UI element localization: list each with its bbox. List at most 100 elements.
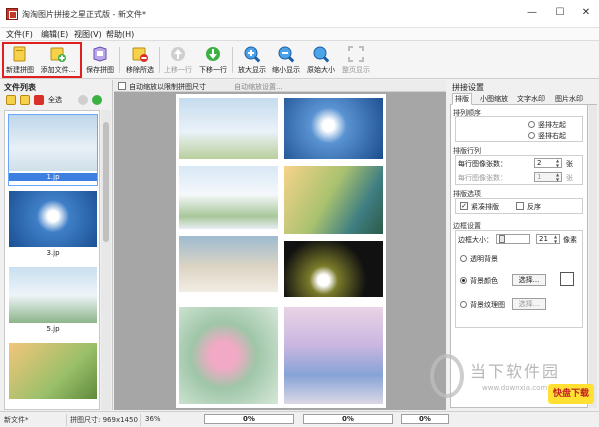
collage-photo[interactable]	[179, 307, 278, 404]
annotation-highlight-box	[2, 42, 82, 78]
save-button[interactable]: 保存拼图	[82, 43, 118, 77]
menu-help[interactable]: 帮助(H)	[106, 29, 134, 40]
arrow-up-icon[interactable]	[78, 95, 88, 105]
collage-photo[interactable]	[284, 98, 383, 159]
status-bar: 新文件* 拼图尺寸: 969x1450 36% 0% 0% 0%	[0, 411, 599, 427]
list-item-name: 3.jp	[46, 249, 60, 257]
auto-scale-settings-link[interactable]: 自动缩放设置...	[234, 82, 283, 92]
select-all-button[interactable]: 全选	[48, 95, 62, 105]
collage-photo[interactable]	[179, 166, 278, 229]
collage-photo[interactable]	[284, 166, 383, 234]
order-left-label: 竖排左起	[538, 121, 566, 129]
canvas-area: 自动缩放以限制拼图尺寸 自动缩放设置...	[114, 80, 446, 410]
watermark-text: 当下软件园	[470, 362, 561, 381]
border-group: 边框大小： 21 像素 透明背景 背景颜色 选择... 背景纹理图 选择...	[455, 230, 583, 328]
reverse-checkbox[interactable]	[516, 202, 524, 210]
toolbar: 新建拼图 添加文件... 保存拼图 移除所选 上移一行 下移一行 放大显示 缩小…	[0, 41, 599, 79]
bg-texture-select-button[interactable]: 选择...	[512, 298, 546, 310]
auto-scale-checkbox[interactable]	[118, 82, 126, 90]
arrow-up-icon	[171, 47, 185, 61]
bg-texture-radio[interactable]	[460, 301, 467, 308]
add-folder-icon[interactable]	[20, 95, 30, 105]
file-list-scrollbar[interactable]	[101, 110, 111, 410]
canvas-options-bar: 自动缩放以限制拼图尺寸 自动缩放设置...	[114, 80, 446, 92]
scrollbar-thumb[interactable]	[103, 122, 109, 242]
tab-layout[interactable]: 排版	[452, 93, 472, 105]
site-watermark: 当下软件园 www.downxia.com 快盘下载	[430, 354, 595, 408]
save-icon	[93, 46, 107, 62]
fit-page-label: 整页显示	[342, 66, 370, 74]
list-item[interactable]: 1.jp	[8, 114, 98, 186]
tab-image-watermark[interactable]: 图片水印	[552, 93, 586, 105]
thumbnail-image	[9, 267, 97, 323]
fit-page-button[interactable]: 整页显示	[338, 43, 374, 77]
add-file-icon[interactable]	[6, 95, 16, 105]
menu-view[interactable]: 视图(V)	[74, 29, 102, 40]
tab-thumb-scale[interactable]: 小图缩放	[477, 93, 511, 105]
list-item[interactable]: 5.jp	[9, 267, 97, 337]
list-item[interactable]	[9, 343, 97, 409]
per-col-stepper[interactable]: 1	[534, 172, 562, 182]
settings-tabs: 排版 小图缩放 文字水印 图片水印	[450, 92, 597, 105]
maximize-button[interactable]: ☐	[551, 6, 569, 20]
border-size-slider[interactable]	[496, 234, 530, 244]
bg-color-radio[interactable]	[460, 277, 467, 284]
collage-photo[interactable]	[179, 236, 278, 292]
options-group: ✓ 紧凑排版 反序	[455, 198, 583, 214]
status-separator	[140, 414, 141, 426]
compact-checkbox[interactable]: ✓	[460, 202, 468, 210]
collage-photo[interactable]	[179, 98, 278, 159]
zoom-in-icon	[244, 46, 261, 63]
border-size-stepper[interactable]: 21	[536, 234, 560, 244]
transparent-bg-label: 透明背景	[470, 255, 498, 263]
remove-selected-button[interactable]: 移除所选	[122, 43, 158, 77]
menu-file[interactable]: 文件(F)	[6, 29, 33, 40]
transparent-bg-radio[interactable]	[460, 255, 467, 262]
bg-color-select-button[interactable]: 选择...	[512, 274, 546, 286]
progress-bar: 0%	[204, 414, 294, 424]
border-size-unit: 像素	[563, 236, 577, 244]
order-left-radio[interactable]	[528, 121, 535, 128]
per-col-label: 每行图像张数：	[458, 174, 507, 182]
file-list[interactable]: 1.jp 3.jp 5.jp	[4, 110, 100, 410]
list-item[interactable]: 3.jp	[9, 191, 97, 261]
zoom-reset-icon	[313, 46, 330, 63]
collage-photo[interactable]	[284, 241, 383, 297]
collage-page	[176, 94, 386, 408]
close-button[interactable]: ✕	[577, 6, 595, 20]
border-size-label: 边框大小：	[458, 236, 493, 244]
move-down-label: 下移一行	[199, 66, 227, 74]
menu-bar: 文件(F) 编辑(E) 视图(V) 帮助(H)	[0, 28, 599, 41]
status-collage-size: 拼图尺寸: 969x1450	[70, 416, 138, 424]
per-row-stepper[interactable]: 2	[534, 158, 562, 168]
status-separator	[66, 414, 67, 426]
window-title: 淘淘图片拼接之星正式版 - 新文件*	[22, 10, 146, 19]
compact-label: 紧凑排版	[471, 203, 499, 211]
title-bar: 淘淘图片拼接之星正式版 - 新文件* — ☐ ✕	[0, 0, 599, 28]
status-zoom: 36%	[145, 415, 161, 423]
minimize-button[interactable]: —	[523, 6, 541, 20]
order-group: 竖排左起 竖排右起	[455, 116, 583, 142]
status-filename: 新文件*	[4, 416, 29, 424]
progress-bar: 0%	[401, 414, 449, 424]
save-label: 保存拼图	[86, 66, 114, 74]
tab-text-watermark[interactable]: 文字水印	[514, 93, 548, 105]
list-item-name: 1.jp	[9, 173, 97, 181]
file-list-tools: 全选	[0, 93, 113, 109]
arrow-down-icon[interactable]	[92, 95, 102, 105]
thumbnail-image	[9, 191, 97, 247]
bg-color-swatch[interactable]	[560, 272, 574, 286]
per-row-unit: 张	[566, 160, 573, 168]
remove-icon[interactable]	[34, 95, 44, 105]
bg-texture-label: 背景纹理图	[470, 301, 505, 309]
per-col-unit: 张	[566, 174, 573, 182]
list-item-name: 5.jp	[46, 325, 60, 333]
thumbnail-image	[9, 115, 97, 171]
move-down-button[interactable]: 下移一行	[195, 43, 231, 77]
slider-knob[interactable]	[499, 235, 505, 243]
file-list-title: 文件列表	[4, 83, 36, 92]
order-right-radio[interactable]	[528, 132, 535, 139]
collage-photo[interactable]	[284, 307, 383, 404]
auto-scale-label: 自动缩放以限制拼图尺寸	[129, 83, 206, 91]
menu-edit[interactable]: 编辑(E)	[41, 29, 68, 40]
